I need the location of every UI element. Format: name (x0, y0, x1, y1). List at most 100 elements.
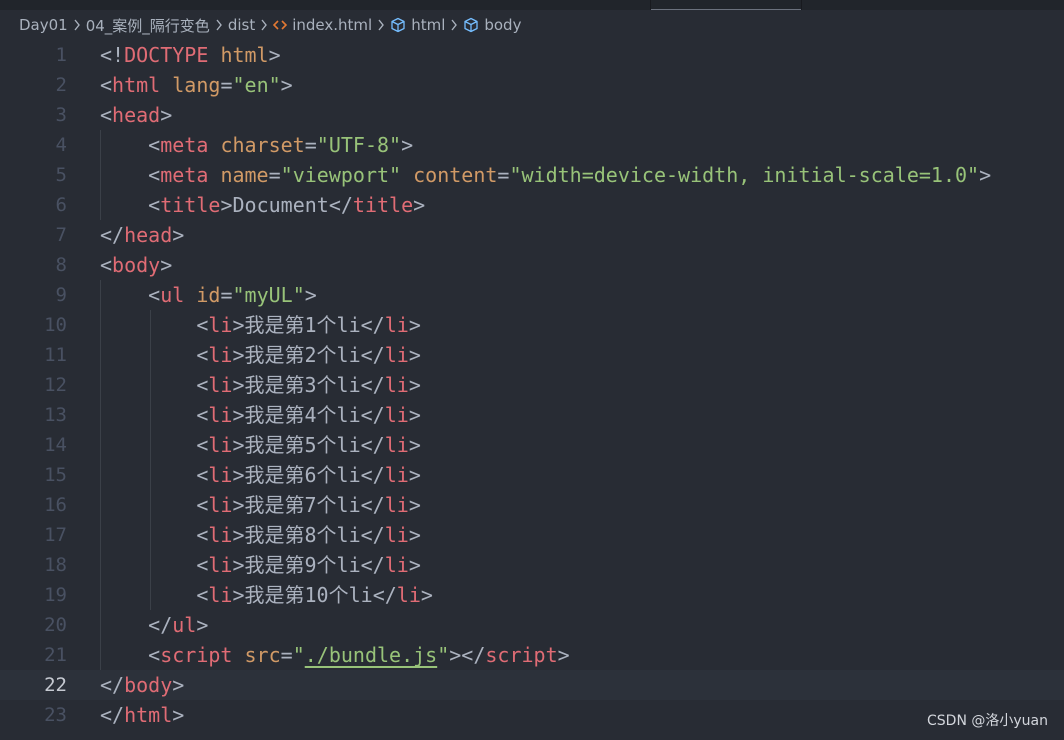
link-token[interactable]: ./bundle.js (305, 643, 437, 667)
breadcrumb-item-html[interactable]: html (390, 16, 445, 34)
attribute-token: lang (172, 73, 221, 97)
breadcrumb-item-file[interactable]: index.html (273, 16, 372, 34)
code-text: </ul> (100, 610, 208, 640)
line-number: 17 (44, 524, 67, 546)
text-token: 我是第5个li (244, 433, 361, 457)
punctuation-token: <! (100, 43, 125, 67)
code-text: <meta charset="UTF-8"> (100, 130, 413, 160)
punctuation-token: </ (372, 583, 397, 607)
punctuation-token: > (280, 73, 293, 97)
code-line[interactable]: 6 <title>Document</title> (0, 190, 1064, 220)
punctuation-token: > (408, 553, 421, 577)
punctuation-token: < (100, 553, 209, 577)
code-line[interactable]: 5 <meta name="viewport" content="width=d… (0, 160, 1064, 190)
punctuation-token: > (408, 313, 421, 337)
breadcrumb-item-dist[interactable]: dist (228, 16, 255, 34)
breadcrumb-item-body[interactable]: body (463, 16, 521, 34)
code-line[interactable]: 11 <li>我是第2个li</li> (0, 340, 1064, 370)
code-line[interactable]: 22 </body> (0, 670, 1064, 700)
tag-token: li (384, 493, 409, 517)
punctuation-token: = (220, 283, 233, 307)
code-line[interactable]: 15 <li>我是第6个li</li> (0, 460, 1064, 490)
punctuation-token: > (232, 463, 245, 487)
code-line[interactable]: 16 <li>我是第7个li</li> (0, 490, 1064, 520)
chevron-right-icon (450, 19, 458, 31)
punctuation-token: < (100, 373, 209, 397)
line-number: 6 (55, 194, 67, 216)
tag-token: script (160, 643, 233, 667)
code-line[interactable]: 10 <li>我是第1个li</li> (0, 310, 1064, 340)
breadcrumb-item-folder[interactable]: 04_案例_隔行变色 (86, 15, 210, 36)
code-line[interactable]: 2 <html lang="en"> (0, 70, 1064, 100)
code-line[interactable]: 14 <li>我是第5个li</li> (0, 430, 1064, 460)
code-line[interactable]: 12 <li>我是第3个li</li> (0, 370, 1064, 400)
code-line[interactable]: 3 <head> (0, 100, 1064, 130)
code-text: <body> (100, 250, 172, 280)
code-editor[interactable]: 1 <!DOCTYPE html> 2 <html lang="en"> 3 <head>… (0, 40, 1064, 740)
code-text: <li>我是第9个li</li> (100, 550, 421, 580)
code-line[interactable]: 23 </html> (0, 700, 1064, 730)
attribute-token: content (413, 163, 498, 187)
line-number: 10 (44, 314, 67, 336)
punctuation-token: > (979, 163, 992, 187)
tag-token: li (384, 433, 409, 457)
code-line[interactable]: 19 <li>我是第10个li</li> (0, 580, 1064, 610)
text-token: 我是第1个li (244, 313, 361, 337)
string-token: "en" (232, 73, 281, 97)
code-text: <li>我是第3个li</li> (100, 370, 421, 400)
code-line[interactable]: 17 <li>我是第8个li</li> (0, 520, 1064, 550)
code-line[interactable]: 9 <ul id="myUL"> (0, 280, 1064, 310)
punctuation-token: > (413, 193, 426, 217)
editor-window: Day01 04_案例_隔行变色 dist index.html html bo… (0, 0, 1064, 740)
punctuation-token: < (100, 583, 209, 607)
tab-bar (0, 0, 1064, 10)
line-number: 19 (44, 584, 67, 606)
text-token: 我是第4个li (244, 403, 361, 427)
breadcrumb-label: Day01 (19, 16, 68, 34)
punctuation-token: </ (360, 463, 385, 487)
line-number: 16 (44, 494, 67, 516)
tag-token: li (208, 583, 233, 607)
breadcrumb: Day01 04_案例_隔行变色 dist index.html html bo… (0, 10, 1064, 40)
tag-token: li (384, 463, 409, 487)
code-line[interactable]: 20 </ul> (0, 610, 1064, 640)
code-text: <head> (100, 100, 172, 130)
code-line[interactable]: 1 <!DOCTYPE html> (0, 40, 1064, 70)
code-line[interactable]: 13 <li>我是第4个li</li> (0, 400, 1064, 430)
text-token: 我是第6个li (244, 463, 361, 487)
tag-token: li (384, 403, 409, 427)
code-line[interactable]: 7 </head> (0, 220, 1064, 250)
punctuation-token (208, 163, 220, 187)
punctuation-token: > (232, 583, 245, 607)
code-text: <li>我是第6个li</li> (100, 460, 421, 490)
tag-token: li (384, 553, 409, 577)
attribute-token: charset (220, 133, 305, 157)
tag-token: script (485, 643, 558, 667)
line-number: 2 (55, 74, 67, 96)
punctuation-token: > (160, 253, 173, 277)
tag-token: meta (160, 133, 209, 157)
tab-divider (801, 0, 802, 10)
line-number: 8 (55, 254, 67, 276)
tag-token: li (384, 343, 409, 367)
line-number: 5 (55, 164, 67, 186)
tag-token: li (396, 583, 421, 607)
punctuation-token: = (268, 163, 281, 187)
punctuation-token: > (408, 433, 421, 457)
text-token: 我是第7个li (244, 493, 361, 517)
code-line[interactable]: 18 <li>我是第9个li</li> (0, 550, 1064, 580)
line-number: 1 (55, 44, 67, 66)
line-number: 11 (44, 344, 67, 366)
tag-token: title (160, 193, 221, 217)
punctuation-token: > (232, 553, 245, 577)
code-line[interactable]: 8 <body> (0, 250, 1064, 280)
punctuation-token: > (408, 373, 421, 397)
attribute-token: src (244, 643, 281, 667)
line-number: 14 (44, 434, 67, 456)
attribute-token: name (220, 163, 269, 187)
breadcrumb-item-day01[interactable]: Day01 (19, 16, 68, 34)
tag-token: li (208, 523, 233, 547)
code-line[interactable]: 4 <meta charset="UTF-8"> (0, 130, 1064, 160)
tag-token: meta (160, 163, 209, 187)
code-line[interactable]: 21 <script src="./bundle.js"></script> (0, 640, 1064, 670)
